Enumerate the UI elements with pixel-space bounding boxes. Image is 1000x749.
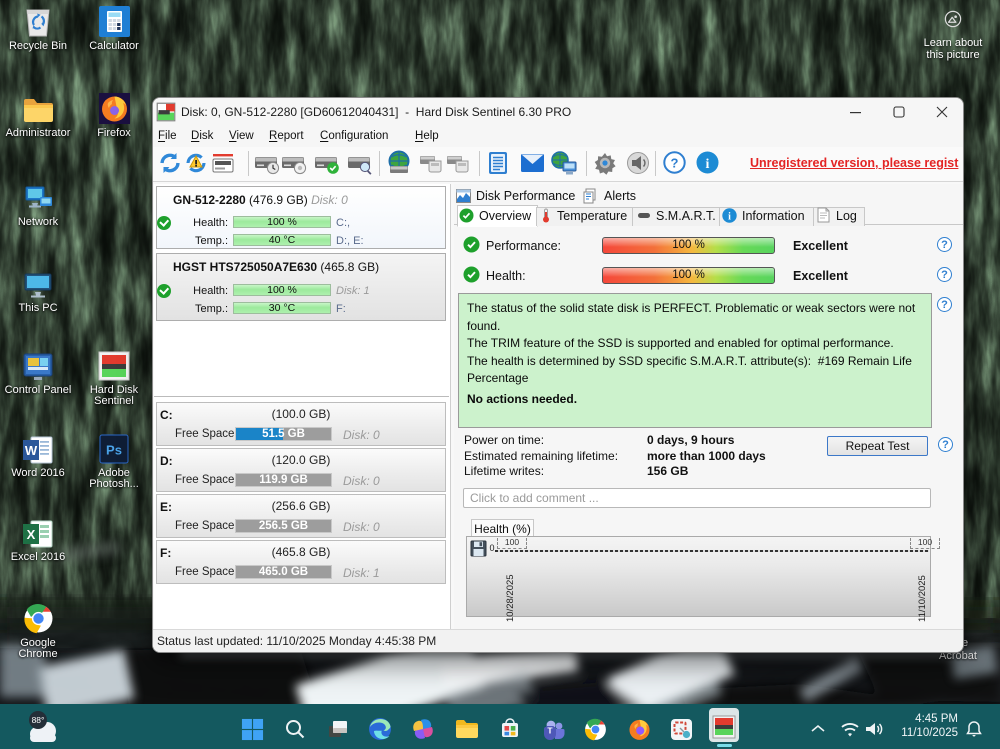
svg-text:i: i: [706, 157, 710, 172]
svg-text:T: T: [547, 726, 553, 736]
svg-text:i: i: [728, 212, 731, 223]
svg-text:88°: 88°: [32, 715, 45, 725]
svg-text:?: ?: [671, 156, 679, 171]
svg-text:X: X: [27, 527, 36, 542]
svg-text:W: W: [25, 443, 38, 458]
svg-text:Ps: Ps: [106, 443, 122, 458]
